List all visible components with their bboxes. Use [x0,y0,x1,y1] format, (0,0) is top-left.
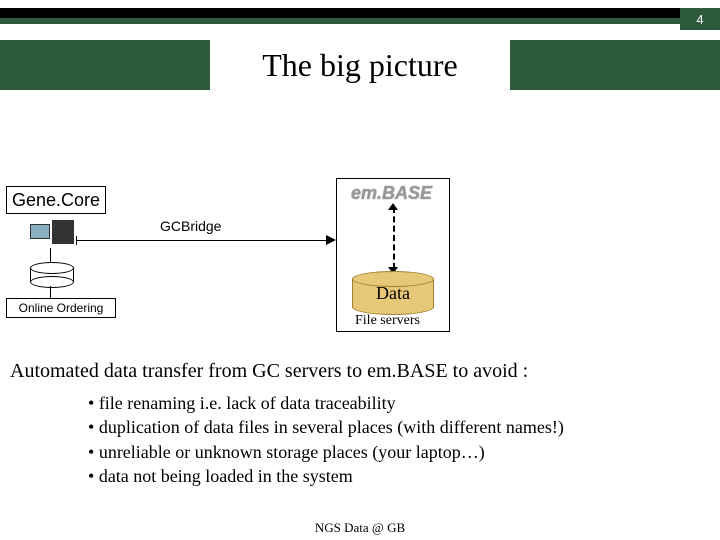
bullet-text: duplication of data files in several pla… [99,417,564,437]
bullet-item: • unreliable or unknown storage places (… [88,440,710,464]
footer-text: NGS Data @ GB [315,520,405,535]
arrow-line [76,240,326,241]
genecore-storage-icon [30,262,74,286]
bullet-text: data not being loaded in the system [99,466,353,486]
header-bar-black [0,8,680,18]
bullet-list: • file renaming i.e. lack of data tracea… [88,391,710,488]
embase-logo: em.BASE [351,183,432,204]
file-servers-label: File servers [355,313,420,329]
dashed-connector [393,207,395,269]
slide-footer: NGS Data @ GB [0,520,720,536]
online-ordering-label: Online Ordering [19,301,104,315]
lead-sentence: Automated data transfer from GC servers … [10,360,710,383]
slide-header: 4 The big picture [0,0,720,84]
header-bar-green [0,18,680,24]
bullet-item: • file renaming i.e. lack of data tracea… [88,391,710,415]
page-number: 4 [680,8,720,30]
slide-title: The big picture [210,38,510,92]
body-text: Automated data transfer from GC servers … [10,360,710,488]
genecore-box: Gene.Core [6,186,106,214]
slide-title-text: The big picture [262,47,457,84]
data-storage-icon: Data [352,271,434,311]
bullet-item: • duplication of data files in several p… [88,415,710,439]
bullet-text: file renaming i.e. lack of data traceabi… [99,393,396,413]
online-ordering-box: Online Ordering [6,298,116,318]
architecture-diagram: Gene.Core Online Ordering GCBridge em.BA… [0,150,720,350]
monitor-icon [30,224,50,239]
sequencer-icon [52,220,74,244]
bullet-item: • data not being loaded in the system [88,464,710,488]
arrow-head-icon [326,235,336,245]
instrument-icon [30,220,76,248]
genecore-label: Gene.Core [12,190,100,211]
connector-line [50,248,51,262]
connector-line [50,286,51,298]
gcbridge-label: GCBridge [160,218,221,234]
bullet-text: unreliable or unknown storage places (yo… [99,442,485,462]
embase-group: em.BASE Data File servers [336,178,450,332]
page-number-text: 4 [696,12,703,27]
